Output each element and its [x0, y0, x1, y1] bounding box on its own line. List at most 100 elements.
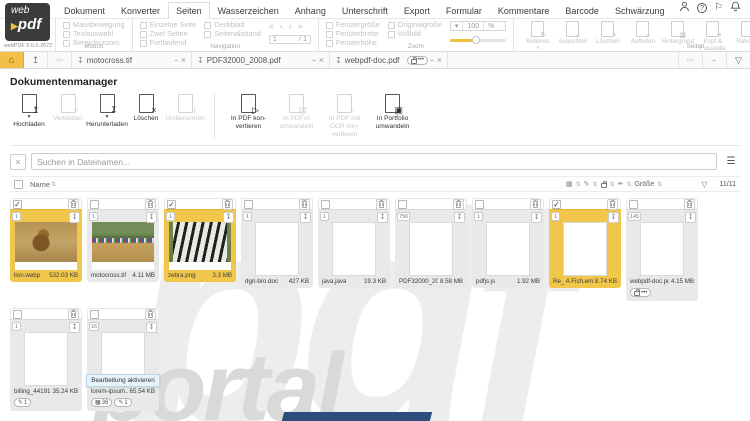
file-checkbox[interactable]: [13, 309, 22, 319]
file-thumbnail[interactable]: [24, 332, 68, 387]
chevron-down-icon[interactable]: ›: [310, 59, 319, 62]
trash-icon[interactable]: [530, 198, 541, 210]
menu-item-seiten[interactable]: Seiten: [168, 2, 210, 19]
zoom-level-select[interactable]: ▾ 100 %: [449, 21, 506, 32]
trash-icon[interactable]: [68, 308, 79, 320]
clear-search-button[interactable]: ×: [10, 153, 26, 170]
file-thumbnail[interactable]: [169, 222, 231, 271]
in-portfolio-umwandeln-button[interactable]: ▣ In Portfolio umwandeln: [369, 94, 416, 131]
trash-icon[interactable]: [68, 198, 79, 210]
nav-arrow-icon[interactable]: ›: [289, 22, 292, 31]
nav-arrow-icon[interactable]: »: [298, 22, 303, 31]
file-checkbox[interactable]: [90, 199, 99, 209]
menu-item-konverter[interactable]: Konverter: [113, 2, 168, 18]
signature-icon[interactable]: ✒: [618, 180, 624, 188]
file-card-webpdf-doc-pdf[interactable]: 145 ↧ webpdf-doc.pdf 4.15 MB •••: [626, 198, 698, 302]
download-icon[interactable]: ↧: [69, 322, 80, 334]
chevron-down-icon[interactable]: ▾: [106, 114, 109, 120]
download-icon[interactable]: ↧: [531, 212, 542, 224]
file-thumbnail[interactable]: [640, 222, 684, 277]
account-icon[interactable]: [679, 1, 690, 15]
download-icon[interactable]: ↧: [300, 212, 311, 224]
download-icon[interactable]: ↧: [685, 212, 696, 224]
trash-icon[interactable]: [376, 198, 387, 210]
file-checkbox[interactable]: ✓: [552, 199, 561, 209]
file-card-pdf32000-20-pdf[interactable]: 756 ↧ PDF32000_20....pdf 8.58 MB: [395, 198, 467, 289]
close-tab-icon[interactable]: ×: [319, 55, 324, 65]
document-tab-pdf32000-2008-pdf[interactable]: ↧ PDF32000_2008.pdf › ×: [192, 52, 330, 68]
zoom-slider[interactable]: [449, 36, 506, 45]
nav-arrow-icon[interactable]: «: [269, 22, 274, 31]
menu-item-unterschrift[interactable]: Unterschrift: [334, 2, 396, 18]
trash-icon[interactable]: [145, 198, 156, 210]
pen-icon[interactable]: ✎: [584, 180, 590, 188]
select-all-checkbox[interactable]: [14, 179, 23, 189]
filter-icon[interactable]: ▽: [701, 180, 707, 189]
file-card-java-java[interactable]: 1 ↧ java.java 19.3 KB: [318, 198, 390, 289]
trash-icon[interactable]: [222, 198, 233, 210]
download-icon[interactable]: ↧: [77, 56, 84, 65]
flag-icon[interactable]: ⚐: [714, 3, 723, 13]
download-icon[interactable]: ↧: [197, 56, 204, 65]
download-icon[interactable]: ↧: [146, 212, 157, 224]
menu-item-export[interactable]: Export: [396, 2, 438, 18]
chevron-down-icon[interactable]: ▾: [28, 114, 31, 120]
nav-arrow-icon[interactable]: ‹: [280, 22, 283, 31]
file-card-lion-webp[interactable]: ✓ 1 ↧ lion.webp 532.03 KB: [10, 198, 82, 283]
file-card-zebra-png[interactable]: ✓ 1 ↧ zebra.png 3.3 MB: [164, 198, 236, 283]
hochladen-button[interactable]: ↥ ▾ Hochladen: [10, 94, 48, 129]
search-input[interactable]: [31, 153, 717, 171]
file-card-dgri-bro-doc[interactable]: 1 ↧ dgri-bro.doc 427 KB: [241, 198, 313, 289]
bell-icon[interactable]: [730, 1, 741, 15]
close-tab-icon[interactable]: ×: [437, 55, 442, 65]
trash-icon[interactable]: [607, 198, 618, 210]
file-card-motocross-tif[interactable]: 1 ↧ motocross.tif 4.11 MB: [87, 198, 159, 283]
in-pdf-kon-vertieren-button[interactable]: ▷ In PDF kon- vertieren: [225, 94, 272, 131]
chevron-down-icon[interactable]: ›: [172, 59, 181, 62]
close-tab-icon[interactable]: ×: [181, 55, 186, 65]
sort-by-name[interactable]: Name: [30, 180, 50, 189]
tab-list-dropdown-button[interactable]: ›: [702, 52, 726, 68]
trash-icon[interactable]: [299, 198, 310, 210]
menu-item-anhang[interactable]: Anhang: [287, 2, 334, 18]
upload-tab-button[interactable]: ↥: [24, 52, 48, 68]
home-button[interactable]: ⌂: [0, 52, 24, 68]
trash-icon[interactable]: [684, 198, 695, 210]
file-checkbox[interactable]: ✓: [13, 199, 22, 209]
download-icon[interactable]: ↧: [454, 212, 465, 224]
file-checkbox[interactable]: [90, 309, 99, 319]
file-checkbox[interactable]: [321, 199, 330, 209]
file-card-lorem-ipsum-pdf[interactable]: 16 ↧ lorem-ipsum....pdf 65.54 KB ▦36✎1 B…: [86, 308, 160, 412]
file-checkbox[interactable]: ✓: [167, 199, 176, 209]
document-tab-webpdf-doc-pdf[interactable]: ↧ webpdf-doc.pdf ••• › ×: [330, 52, 448, 68]
download-icon[interactable]: ↧: [335, 56, 342, 65]
file-thumbnail[interactable]: [15, 222, 77, 271]
file-card-billing-44191-pdf[interactable]: 1 ↧ billing_44191....pdf 35.24 KB ✎1: [10, 308, 82, 412]
back-arrow-button[interactable]: ⇦: [48, 52, 72, 68]
file-thumbnail[interactable]: [486, 222, 530, 277]
file-checkbox[interactable]: [244, 199, 253, 209]
file-thumbnail[interactable]: [409, 222, 453, 277]
image-icon[interactable]: ▦: [566, 180, 573, 188]
herunterladen-button[interactable]: ↧ ▾ Herunterladen: [86, 94, 128, 129]
menu-item-schw-rzung[interactable]: Schwärzung: [607, 2, 673, 18]
list-view-toggle-icon[interactable]: ☰: [722, 156, 740, 167]
trash-icon[interactable]: [145, 308, 156, 320]
download-icon[interactable]: ↧: [377, 212, 388, 224]
menu-item-wasserzeichen[interactable]: Wasserzeichen: [210, 2, 287, 18]
lock-icon[interactable]: [600, 180, 607, 188]
file-thumbnail[interactable]: [92, 222, 154, 271]
download-icon[interactable]: ↧: [69, 212, 80, 224]
menu-item-barcode[interactable]: Barcode: [557, 2, 607, 18]
forward-arrow-button[interactable]: ⇨: [678, 52, 702, 68]
trash-icon[interactable]: [453, 198, 464, 210]
file-thumbnail[interactable]: [563, 222, 607, 277]
file-checkbox[interactable]: [398, 199, 407, 209]
file-thumbnail[interactable]: [332, 222, 376, 277]
l-schen-button[interactable]: × Löschen: [127, 94, 165, 123]
download-icon[interactable]: ↧: [146, 322, 157, 334]
file-card-re-a-fish-eml[interactable]: ✓ 1 ↧ Re_ A Fish.eml 8.74 KB: [549, 198, 621, 289]
file-checkbox[interactable]: [475, 199, 484, 209]
help-icon[interactable]: ?: [697, 3, 708, 13]
chevron-down-icon[interactable]: ›: [428, 59, 437, 62]
